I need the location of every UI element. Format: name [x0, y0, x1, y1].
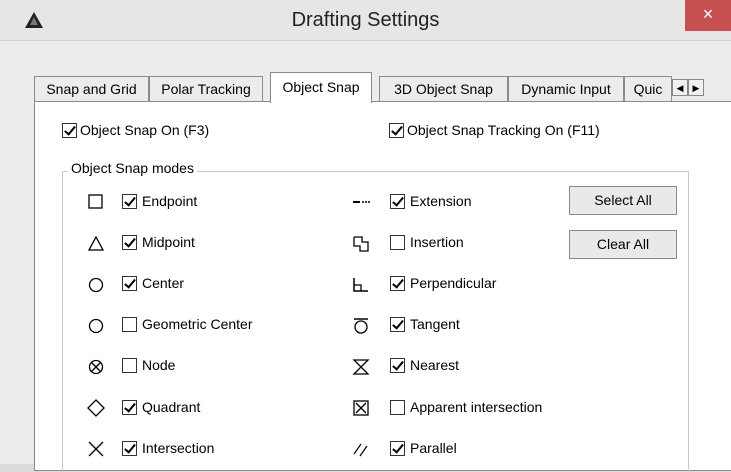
insertion-label[interactable]: Insertion — [410, 234, 464, 250]
apparent-intersection-label[interactable]: Apparent intersection — [410, 399, 542, 415]
nearest-label[interactable]: Nearest — [410, 357, 459, 373]
center-circle-icon — [88, 277, 104, 293]
node-label[interactable]: Node — [142, 357, 175, 373]
endpoint-square-icon — [88, 194, 103, 209]
object-snap-on-label[interactable]: Object Snap On (F3) — [80, 122, 209, 138]
clear-all-button[interactable]: Clear All — [569, 230, 677, 259]
window-title: Drafting Settings — [291, 9, 440, 31]
tab-quick-properties[interactable]: Quic — [624, 76, 672, 101]
tab-3d-object-snap[interactable]: 3D Object Snap — [379, 76, 508, 101]
object-snap-tracking-checkbox[interactable] — [389, 123, 404, 138]
title-bar[interactable]: Drafting Settings × — [0, 0, 731, 41]
tangent-label[interactable]: Tangent — [410, 316, 460, 332]
geometric-center-circle-icon — [88, 318, 104, 334]
extension-icon — [353, 201, 370, 203]
parallel-checkbox[interactable] — [390, 441, 405, 456]
object-snap-on-checkbox[interactable] — [62, 123, 77, 138]
tab-polar-tracking[interactable]: Polar Tracking — [149, 76, 263, 101]
parallel-icon — [353, 443, 368, 457]
perpendicular-checkbox[interactable] — [390, 276, 405, 291]
nearest-hourglass-icon — [352, 359, 370, 375]
object-snap-modes-label: Object Snap modes — [68, 160, 197, 176]
node-icon — [88, 359, 104, 375]
midpoint-checkbox[interactable] — [122, 235, 137, 250]
object-snap-tracking-label[interactable]: Object Snap Tracking On (F11) — [407, 122, 600, 138]
insertion-icon — [353, 236, 369, 252]
insertion-checkbox[interactable] — [390, 235, 405, 250]
center-label[interactable]: Center — [142, 275, 184, 291]
tab-scroll-right-button[interactable]: ▶ — [688, 79, 704, 96]
nearest-checkbox[interactable] — [390, 358, 405, 373]
node-checkbox[interactable] — [122, 358, 137, 373]
perpendicular-icon — [353, 278, 368, 292]
intersection-label[interactable]: Intersection — [142, 440, 214, 456]
endpoint-checkbox[interactable] — [122, 194, 137, 209]
endpoint-label[interactable]: Endpoint — [142, 193, 197, 209]
quadrant-checkbox[interactable] — [122, 400, 137, 415]
quadrant-label[interactable]: Quadrant — [142, 399, 200, 415]
tab-scroll-left-button[interactable]: ◀ — [672, 79, 688, 96]
apparent-intersection-checkbox[interactable] — [390, 400, 405, 415]
tab-object-snap[interactable]: Object Snap — [270, 72, 372, 103]
midpoint-label[interactable]: Midpoint — [142, 234, 195, 250]
geometric-center-checkbox[interactable] — [122, 317, 137, 332]
intersection-checkbox[interactable] — [122, 441, 137, 456]
perpendicular-label[interactable]: Perpendicular — [410, 275, 496, 291]
quadrant-diamond-icon — [87, 399, 105, 417]
intersection-x-icon — [88, 441, 104, 457]
tab-snap-and-grid[interactable]: Snap and Grid — [34, 76, 149, 101]
tangent-checkbox[interactable] — [390, 317, 405, 332]
apparent-intersection-icon — [353, 400, 369, 416]
close-button[interactable]: × — [685, 0, 731, 31]
select-all-button[interactable]: Select All — [569, 186, 677, 215]
extension-checkbox[interactable] — [390, 194, 405, 209]
tangent-icon — [354, 318, 368, 334]
midpoint-triangle-icon — [87, 235, 105, 251]
parallel-label[interactable]: Parallel — [410, 440, 457, 456]
drafting-settings-dialog: Drafting Settings × Snap and Grid Polar … — [0, 0, 731, 472]
tab-dynamic-input[interactable]: Dynamic Input — [508, 76, 624, 101]
center-checkbox[interactable] — [122, 276, 137, 291]
geometric-center-label[interactable]: Geometric Center — [142, 316, 252, 332]
extension-label[interactable]: Extension — [410, 193, 471, 209]
